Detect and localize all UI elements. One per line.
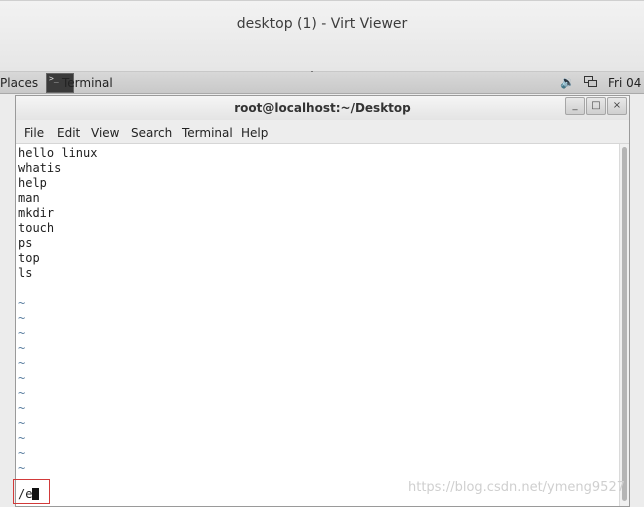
terminal-titlebar[interactable]: root@localhost:~/Desktop _ □ × [16, 96, 629, 120]
file-line: hello linux [18, 146, 98, 160]
file-line: mkdir [18, 206, 55, 220]
terminal-content[interactable]: hello linux whatis help man mkdir touch … [16, 144, 620, 506]
file-line: help [18, 176, 47, 190]
empty-line-tilde: ~ [18, 401, 26, 415]
terminal-title: root@localhost:~/Desktop [234, 101, 411, 115]
menu-help[interactable]: Help [241, 126, 268, 140]
empty-line-tilde: ~ [18, 431, 26, 445]
empty-line-tilde: ~ [18, 371, 26, 385]
file-line: ls [18, 266, 33, 280]
empty-line-tilde: ~ [18, 356, 26, 370]
terminal-scrollbar[interactable] [619, 144, 629, 506]
empty-line-tilde: ~ [18, 416, 26, 430]
empty-line-tilde: ~ [18, 326, 26, 340]
menu-view[interactable]: View [91, 126, 119, 140]
file-line: ps [18, 236, 33, 250]
terminal-app-menu[interactable]: Terminal [62, 76, 113, 90]
volume-icon[interactable]: 🔉 [560, 75, 575, 89]
terminal-menubar: File Edit View Search Terminal Help [16, 120, 629, 144]
network-icon[interactable] [584, 76, 598, 88]
empty-line-tilde: ~ [18, 386, 26, 400]
viewer-titlebar: desktop (1) - Virt Viewer [0, 0, 644, 72]
empty-line-tilde: ~ [18, 461, 26, 475]
file-line: touch [18, 221, 55, 235]
gnome-top-panel: Places Terminal 🔉 Fri 04 [0, 72, 644, 94]
file-line: whatis [18, 161, 62, 175]
maximize-button[interactable]: □ [586, 97, 606, 115]
empty-line-tilde: ~ [18, 311, 26, 325]
menu-file[interactable]: File [24, 126, 44, 140]
empty-line-tilde: ~ [18, 341, 26, 355]
watermark: https://blog.csdn.net/ymeng9527 [408, 480, 625, 495]
menu-search[interactable]: Search [131, 126, 172, 140]
terminal-window: root@localhost:~/Desktop _ □ × File Edit… [15, 95, 630, 507]
places-menu[interactable]: Places [0, 76, 38, 90]
file-line: top [18, 251, 40, 265]
menu-edit[interactable]: Edit [57, 126, 80, 140]
file-line: man [18, 191, 40, 205]
empty-line-tilde: ~ [18, 446, 26, 460]
window-controls: _ □ × [564, 97, 627, 117]
clock[interactable]: Fri 04 [608, 76, 641, 90]
viewer-title: desktop (1) - Virt Viewer [236, 16, 408, 32]
command-highlight-box [13, 479, 50, 504]
close-button[interactable]: × [607, 97, 627, 115]
menu-terminal[interactable]: Terminal [182, 126, 233, 140]
minimize-button[interactable]: _ [565, 97, 585, 115]
scrollbar-thumb[interactable] [622, 147, 627, 501]
empty-line-tilde: ~ [18, 296, 26, 310]
